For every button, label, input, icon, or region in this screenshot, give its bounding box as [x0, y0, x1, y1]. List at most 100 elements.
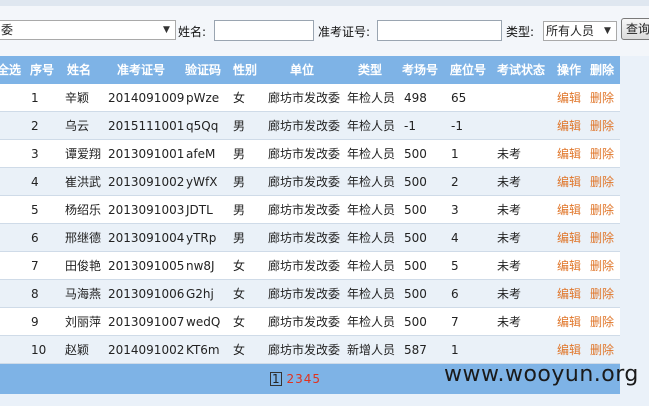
- gender-cell: 男: [233, 147, 246, 161]
- edit-link[interactable]: 编辑: [557, 252, 581, 280]
- room-cell: 498: [404, 91, 427, 105]
- gender-cell: 女: [233, 343, 246, 357]
- delete-link[interactable]: 删除: [590, 224, 614, 252]
- edit-link[interactable]: 编辑: [557, 140, 581, 168]
- exam-id-cell: 2013091002: [108, 175, 185, 189]
- name-cell: 乌云: [65, 119, 90, 133]
- room-cell: 500: [404, 147, 427, 161]
- name-cell: 赵颖: [65, 343, 90, 357]
- unit-cell: 廊坊市发改委: [268, 175, 341, 189]
- seat-cell: 3: [451, 203, 459, 217]
- exam-id-input[interactable]: [377, 20, 502, 41]
- seat-cell: 4: [451, 231, 459, 245]
- exam-id-cell: 2013091004: [108, 231, 185, 245]
- status-cell: 未考: [497, 287, 522, 301]
- seat-cell: 5: [451, 259, 459, 273]
- type-header: 类型: [358, 63, 383, 77]
- page-current: 1: [270, 372, 282, 386]
- delete-link[interactable]: 删除: [590, 196, 614, 224]
- type-select-value: 所有人员: [546, 24, 595, 38]
- exam-id-cell: 2013091001: [108, 147, 185, 161]
- table-row: 1 辛颖 2014091009 pWze 女 廊坊市发改委 年检人员 498 65 编辑 删除: [0, 84, 620, 112]
- index-cell: 5: [31, 203, 39, 217]
- table-body: 1 辛颖 2014091009 pWze 女廊坊市发改委 年检人员 498 65 编辑 删除 2 乌云…: [0, 84, 620, 364]
- delete-link[interactable]: 删除: [590, 84, 614, 112]
- top-divider: [0, 0, 649, 6]
- unit-cell: 廊坊市发改委: [268, 259, 341, 273]
- edit-link[interactable]: 编辑: [557, 196, 581, 224]
- department-select-value: 委: [1, 23, 14, 37]
- chevron-down-icon: ▼: [604, 26, 611, 36]
- edit-link[interactable]: 编辑: [557, 280, 581, 308]
- unit-cell: 廊坊市发改委: [268, 315, 341, 329]
- page-link[interactable]: 3: [295, 372, 303, 386]
- gender-cell: 男: [233, 231, 246, 245]
- status-cell: 未考: [497, 315, 522, 329]
- edit-link[interactable]: 编辑: [557, 224, 581, 252]
- room-cell: 500: [404, 231, 427, 245]
- verify-code-header: 验证码: [185, 63, 222, 77]
- name-cell: 谭爱翔: [65, 147, 102, 161]
- edit-link[interactable]: 编辑: [557, 112, 581, 140]
- name-cell: 马海燕: [65, 287, 102, 301]
- name-input[interactable]: [214, 20, 314, 41]
- delete-link[interactable]: 删除: [590, 252, 614, 280]
- query-button[interactable]: 查询: [621, 18, 649, 40]
- exam-id-cell: 2013091005: [108, 259, 185, 273]
- type-cell: 年检人员: [347, 231, 396, 245]
- exam-id-cell: 2013091003: [108, 203, 185, 217]
- type-cell: 年检人员: [347, 175, 396, 189]
- room-cell: 500: [404, 287, 427, 301]
- status-header: 考试状态: [497, 63, 546, 77]
- exam-id-header: 准考证号: [117, 63, 166, 77]
- name-cell: 崔洪武: [65, 175, 102, 189]
- room-cell: 500: [404, 259, 427, 273]
- delete-link[interactable]: 删除: [590, 336, 614, 364]
- page-link[interactable]: 2: [286, 372, 294, 386]
- index-cell: 2: [31, 119, 39, 133]
- table-row: 7 田俊艳 2013091005 nw8J 女 廊坊市发改委 年检人员 500 5 未考 编辑 删除: [0, 252, 620, 280]
- verify-code-cell: yTRp: [186, 231, 217, 245]
- delete-header: 删除: [590, 63, 615, 77]
- delete-link[interactable]: 删除: [590, 112, 614, 140]
- pagination: 1 2345: [270, 372, 320, 386]
- seat-cell: 6: [451, 287, 459, 301]
- seat-cell: 7: [451, 315, 459, 329]
- exam-id-cell: 2013091006: [108, 287, 185, 301]
- edit-link[interactable]: 编辑: [557, 336, 581, 364]
- status-cell: 未考: [497, 259, 522, 273]
- index-header: 序号: [30, 63, 55, 77]
- index-cell: 8: [31, 287, 39, 301]
- gender-cell: 男: [233, 203, 246, 217]
- delete-link[interactable]: 删除: [590, 308, 614, 336]
- type-cell: 年检人员: [347, 119, 396, 133]
- edit-link[interactable]: 编辑: [557, 308, 581, 336]
- delete-link[interactable]: 删除: [590, 168, 614, 196]
- name-cell: 杨绍乐: [65, 203, 102, 217]
- delete-link[interactable]: 删除: [590, 140, 614, 168]
- select-all-header[interactable]: 全选: [0, 56, 21, 84]
- exam-id-cell: 2015111001: [108, 119, 185, 133]
- room-cell: 500: [404, 175, 427, 189]
- seat-header: 座位号: [450, 63, 487, 77]
- index-cell: 1: [31, 91, 39, 105]
- name-cell: 辛颖: [65, 91, 90, 105]
- verify-code-cell: wedQ: [186, 315, 221, 329]
- edit-link[interactable]: 编辑: [557, 84, 581, 112]
- table-row: 6 邢继德 2013091004 yTRp 男 廊坊市发改委 年检人员 500 4 未考 编辑 删除: [0, 224, 620, 252]
- gender-cell: 女: [233, 259, 246, 273]
- department-select[interactable]: 委 ▼: [0, 20, 176, 40]
- verify-code-cell: nw8J: [186, 259, 215, 273]
- type-select[interactable]: 所有人员 ▼: [543, 21, 617, 41]
- room-cell: 587: [404, 343, 427, 357]
- edit-link[interactable]: 编辑: [557, 168, 581, 196]
- type-cell: 年检人员: [347, 203, 396, 217]
- page-link[interactable]: 4: [304, 372, 312, 386]
- table-row: 10 赵颖 2014091002 KT6m 女 廊坊市发改委 新增人员 587 1 编辑 删除: [0, 336, 620, 364]
- delete-link[interactable]: 删除: [590, 280, 614, 308]
- type-cell: 年检人员: [347, 147, 396, 161]
- table-row: 2 乌云 2015111001 q5Qq 男 廊坊市发改委 年检人员 -1 -1 编辑 删除: [0, 112, 620, 140]
- seat-cell: 1: [451, 343, 459, 357]
- page-link[interactable]: 5: [312, 372, 320, 386]
- room-cell: -1: [404, 119, 416, 133]
